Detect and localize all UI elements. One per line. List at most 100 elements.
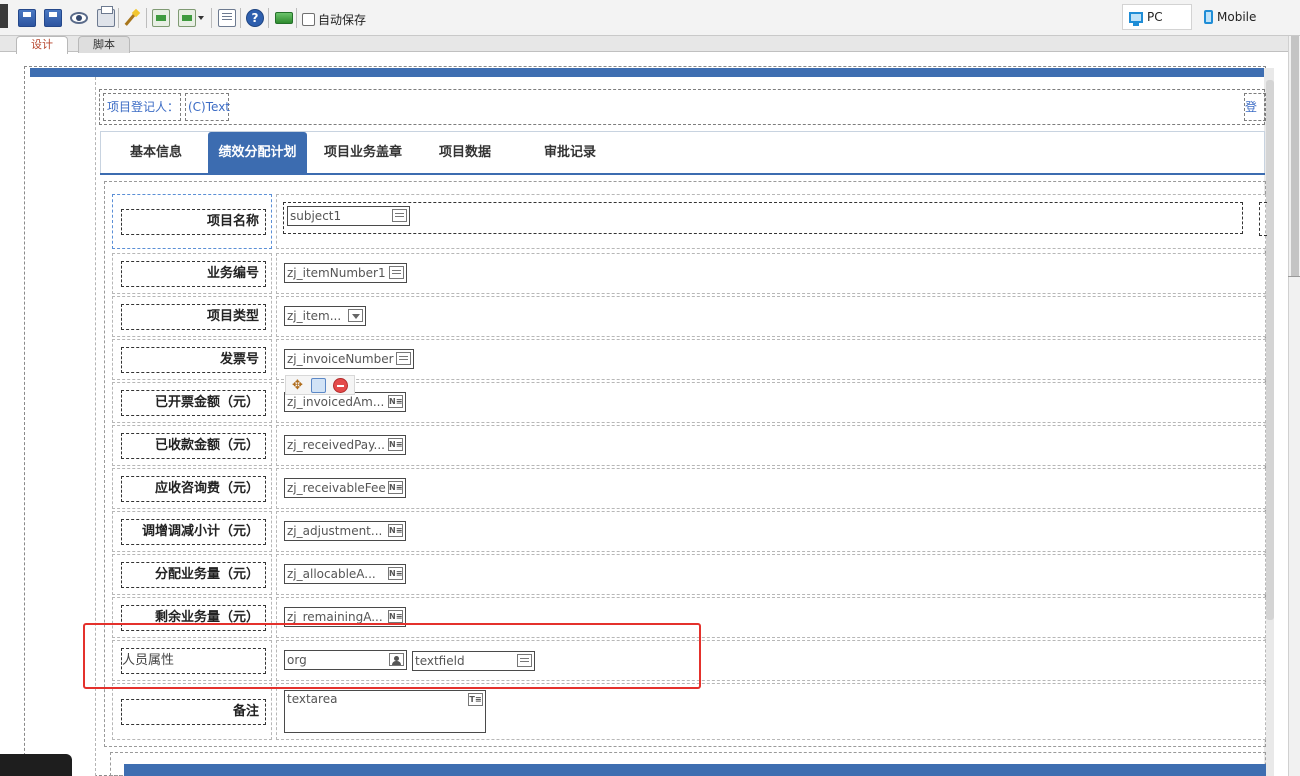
registrant-value[interactable]: (C)Text xyxy=(185,93,230,121)
chevron-down-icon[interactable] xyxy=(348,309,363,322)
number-icon: N≡ xyxy=(388,567,403,580)
tab-design[interactable]: 设计 xyxy=(16,36,68,54)
wand-icon[interactable] xyxy=(123,9,141,27)
label-cell[interactable]: 已开票金额（元） xyxy=(112,382,272,423)
label-cell[interactable]: 应收咨询费（元） xyxy=(112,468,272,509)
number-icon: N≡ xyxy=(388,610,403,623)
item-number-field[interactable]: zj_itemNumber1 xyxy=(284,263,407,283)
label-cell[interactable]: 发票号 xyxy=(112,339,272,380)
label-cell[interactable]: 调增调减小计（元） xyxy=(112,511,272,552)
move-icon[interactable]: ✥ xyxy=(290,378,305,393)
form-tab-bar: 基本信息 绩效分配计划 项目业务盖章 项目数据 审批记录 xyxy=(100,131,1265,175)
remarks-textarea[interactable]: textarea T≡ xyxy=(284,690,486,733)
subject-container xyxy=(283,202,1243,234)
field-value: zj_item... xyxy=(287,309,342,323)
autosave-toggle[interactable]: 自动保存 xyxy=(302,10,366,28)
delete-icon[interactable] xyxy=(333,378,348,393)
preview-icon[interactable] xyxy=(70,12,88,24)
form-row: 项目类型 zj_item... xyxy=(112,296,1266,338)
tab-underline xyxy=(100,173,1265,175)
value-cell[interactable]: zj_invoiceNumber xyxy=(276,339,1266,380)
value-cell[interactable]: zj_invoicedAm... N≡ xyxy=(276,382,1266,423)
value-cell[interactable]: textarea T≡ xyxy=(276,683,1266,740)
main-toolbar: ? 自动保存 PC Mobile xyxy=(0,0,1300,36)
form-row: 分配业务量（元） zj_allocableA... N≡ xyxy=(112,554,1266,596)
toolbar-separator xyxy=(268,8,269,28)
receivable-fee-field[interactable]: zj_receivableFee N≡ xyxy=(284,478,406,498)
field-value: zj_invoiceNumber xyxy=(287,352,394,366)
label-cell[interactable]: 备注 xyxy=(112,683,272,740)
form-row: 项目名称 subject1 xyxy=(112,194,1267,250)
field-value: zj_remainingA... xyxy=(287,610,383,624)
toolbar-separator xyxy=(296,8,297,28)
label-cell[interactable]: 项目名称 xyxy=(112,194,272,249)
edit-icon xyxy=(392,209,407,222)
tab-project-data[interactable]: 项目数据 xyxy=(427,132,503,173)
highlight-box xyxy=(83,623,701,689)
editor-tabstrip: 设计 脚本 xyxy=(0,36,1288,54)
scrollbar-marker xyxy=(1288,276,1300,277)
save-icon[interactable] xyxy=(18,9,36,27)
form-row: 备注 textarea T≡ xyxy=(112,683,1266,741)
tab-performance-plan[interactable]: 绩效分配计划 xyxy=(208,132,307,173)
toolbar-separator xyxy=(118,8,119,28)
import-icon[interactable] xyxy=(152,9,170,27)
autosave-checkbox[interactable] xyxy=(302,12,315,26)
attachment-stub xyxy=(1259,202,1267,236)
field-value: zj_receivableFee xyxy=(287,481,386,495)
help-icon[interactable]: ? xyxy=(246,9,264,27)
scrollbar-thumb[interactable] xyxy=(1291,36,1299,276)
edit-icon xyxy=(389,266,404,279)
label-cell[interactable]: 项目类型 xyxy=(112,296,272,337)
list-icon[interactable] xyxy=(218,9,236,27)
field-value: textarea xyxy=(287,692,338,706)
device-tab-pc[interactable]: PC xyxy=(1122,4,1192,30)
canvas-scrollbar[interactable] xyxy=(1266,80,1274,620)
print-icon[interactable] xyxy=(97,6,115,27)
component-icon[interactable] xyxy=(275,12,293,24)
copy-icon[interactable] xyxy=(311,378,326,393)
field-label: 发票号 xyxy=(121,347,266,373)
label-cell[interactable]: 分配业务量（元） xyxy=(112,554,272,595)
subject-field[interactable]: subject1 xyxy=(287,206,410,226)
label-cell[interactable]: 业务编号 xyxy=(112,253,272,294)
autosave-label: 自动保存 xyxy=(318,12,367,27)
value-cell[interactable]: zj_itemNumber1 xyxy=(276,253,1266,294)
item-type-select[interactable]: zj_item... xyxy=(284,306,366,326)
adjustment-field[interactable]: zj_adjustment... N≡ xyxy=(284,521,406,541)
number-icon: N≡ xyxy=(388,438,403,451)
registrant-label[interactable]: 项目登记人： xyxy=(103,93,181,121)
toolbar-separator xyxy=(211,8,212,28)
export-icon[interactable] xyxy=(178,9,196,27)
invoiced-amount-field[interactable]: zj_invoicedAm... N≡ xyxy=(284,392,406,412)
tab-script[interactable]: 脚本 xyxy=(78,36,130,53)
save-as-icon[interactable] xyxy=(44,9,62,27)
tab-business-seal[interactable]: 项目业务盖章 xyxy=(313,132,413,173)
field-value: zj_receivedPay... xyxy=(287,438,385,452)
received-payment-field[interactable]: zj_receivedPay... N≡ xyxy=(284,435,406,455)
value-cell[interactable]: zj_adjustment... N≡ xyxy=(276,511,1266,552)
value-cell[interactable]: zj_item... xyxy=(276,296,1266,337)
edit-icon xyxy=(396,352,411,365)
value-cell[interactable]: zj_receivedPay... N≡ xyxy=(276,425,1266,466)
panel-edge xyxy=(0,4,8,28)
registrant-row xyxy=(99,89,1265,125)
number-icon: N≡ xyxy=(388,524,403,537)
allocable-amount-field[interactable]: zj_allocableA... N≡ xyxy=(284,564,406,584)
device-tab-mobile[interactable]: Mobile xyxy=(1198,4,1266,30)
label-cell[interactable]: 已收款金额（元） xyxy=(112,425,272,466)
field-label: 项目名称 xyxy=(121,209,266,235)
value-cell[interactable]: subject1 xyxy=(276,194,1267,249)
value-cell[interactable]: zj_receivableFee N≡ xyxy=(276,468,1266,509)
device-tab-mobile-label: Mobile xyxy=(1217,10,1257,24)
field-value: subject1 xyxy=(290,209,342,223)
invoice-number-field[interactable]: zj_invoiceNumber xyxy=(284,349,414,369)
tab-basic-info[interactable]: 基本信息 xyxy=(115,132,197,173)
overlay-corner xyxy=(0,754,72,776)
registrant-right-label[interactable]: 登记 xyxy=(1244,93,1266,121)
page-scrollbar[interactable] xyxy=(1288,36,1300,776)
tab-approval-records[interactable]: 审批记录 xyxy=(529,132,611,173)
form-row: 业务编号 zj_itemNumber1 xyxy=(112,253,1266,295)
chevron-down-icon[interactable] xyxy=(198,16,204,20)
value-cell[interactable]: zj_allocableA... N≡ xyxy=(276,554,1266,595)
